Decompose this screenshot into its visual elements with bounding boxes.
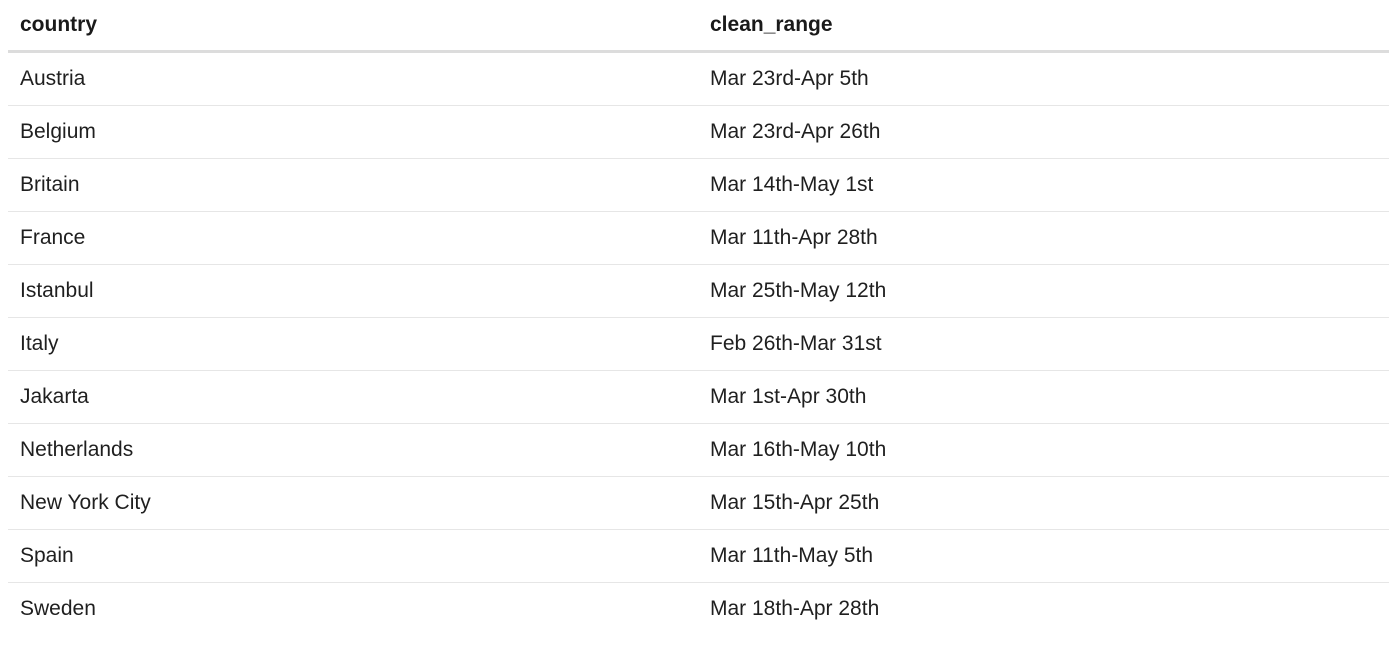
table-row: Istanbul Mar 25th-May 12th	[8, 264, 1389, 318]
cell-country: Britain	[8, 158, 698, 212]
cell-clean-range: Mar 25th-May 12th	[698, 264, 1389, 318]
table-row: France Mar 11th-Apr 28th	[8, 211, 1389, 265]
table-row: Netherlands Mar 16th-May 10th	[8, 423, 1389, 477]
cell-country: Spain	[8, 529, 698, 583]
cell-clean-range: Mar 23rd-Apr 5th	[698, 51, 1389, 106]
table-row: Italy Feb 26th-Mar 31st	[8, 317, 1389, 371]
cell-country: France	[8, 211, 698, 265]
cell-clean-range: Mar 18th-Apr 28th	[710, 597, 880, 620]
cell-clean-range: Feb 26th-Mar 31st	[698, 317, 1389, 371]
table-row: Britain Mar 14th-May 1st	[8, 158, 1389, 212]
column-header-clean-range: clean_range	[698, 0, 1389, 53]
column-header-country: country	[8, 0, 698, 53]
cell-clean-range: Mar 14th-May 1st	[698, 158, 1389, 212]
cell-country: Netherlands	[8, 423, 698, 477]
table-row: Spain Mar 11th-May 5th	[8, 529, 1389, 583]
table-body: Austria Mar 23rd-Apr 5th Belgium Mar 23r…	[8, 51, 1389, 636]
cell-country: Belgium	[8, 105, 698, 159]
cell-country: Istanbul	[8, 264, 698, 318]
table-row: New York City Mar 15th-Apr 25th	[8, 476, 1389, 530]
cell-country: New York City	[8, 476, 698, 530]
table-header: country clean_range	[8, 0, 1389, 53]
table-row: Sweden Mar 18th-Apr 28th	[8, 583, 1389, 636]
cell-clean-range: Mar 16th-May 10th	[698, 423, 1389, 477]
table-row: Austria Mar 23rd-Apr 5th	[8, 51, 1389, 106]
table-row: Jakarta Mar 1st-Apr 30th	[8, 370, 1389, 424]
data-table: country clean_range Austria Mar 23rd-Apr…	[8, 0, 1389, 635]
cell-country: Italy	[8, 317, 698, 371]
cell-country: Sweden	[20, 597, 96, 620]
cell-clean-range: Mar 23rd-Apr 26th	[698, 105, 1389, 159]
table-row: Belgium Mar 23rd-Apr 26th	[8, 105, 1389, 159]
cell-country: Austria	[8, 51, 698, 106]
cell-country: Jakarta	[8, 370, 698, 424]
data-table-container: country clean_range Austria Mar 23rd-Apr…	[8, 0, 1389, 635]
cell-clean-range: Mar 11th-May 5th	[698, 529, 1389, 583]
cell-clean-range: Mar 15th-Apr 25th	[698, 476, 1389, 530]
cell-clean-range: Mar 11th-Apr 28th	[698, 211, 1389, 265]
header-row: country clean_range	[8, 0, 1389, 53]
cell-clean-range: Mar 1st-Apr 30th	[698, 370, 1389, 424]
